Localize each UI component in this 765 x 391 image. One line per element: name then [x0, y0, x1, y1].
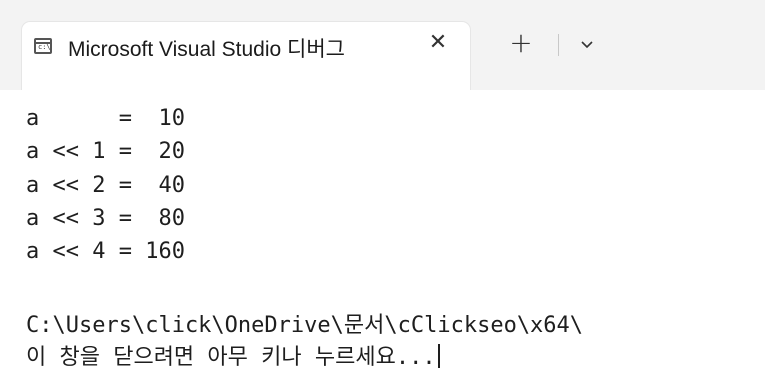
output-line: a << 4 = 160 — [26, 239, 185, 264]
output-path-line: C:\Users\click\OneDrive\문서\cClickseo\x64… — [26, 313, 584, 338]
press-key-line: 이 창을 닫으려면 아무 키나 누르세요... — [26, 344, 440, 372]
console-icon: c:\ — [34, 38, 52, 54]
output-line: a << 1 = 20 — [26, 139, 185, 164]
close-icon[interactable]: ✕ — [425, 30, 451, 56]
console-output[interactable]: a = 10 a << 1 = 20 a << 2 = 40 a << 3 = … — [0, 90, 765, 391]
terminal-window: c:\ Microsoft Visual Studio 디버그 ✕ + a = … — [0, 0, 765, 391]
tab-strip: c:\ Microsoft Visual Studio 디버그 ✕ + — [0, 0, 765, 90]
new-tab-button[interactable]: + — [505, 28, 537, 60]
tab-title: Microsoft Visual Studio 디버그 — [68, 38, 346, 61]
press-key-text: 이 창을 닫으려면 아무 키나 누르세요... — [26, 345, 436, 370]
text-cursor — [437, 344, 440, 368]
output-line: a = 10 — [26, 106, 185, 131]
output-line: a << 3 = 80 — [26, 206, 185, 231]
output-line: a << 2 = 40 — [26, 173, 185, 198]
tab-divider — [558, 34, 559, 56]
chevron-down-icon[interactable] — [574, 30, 600, 58]
